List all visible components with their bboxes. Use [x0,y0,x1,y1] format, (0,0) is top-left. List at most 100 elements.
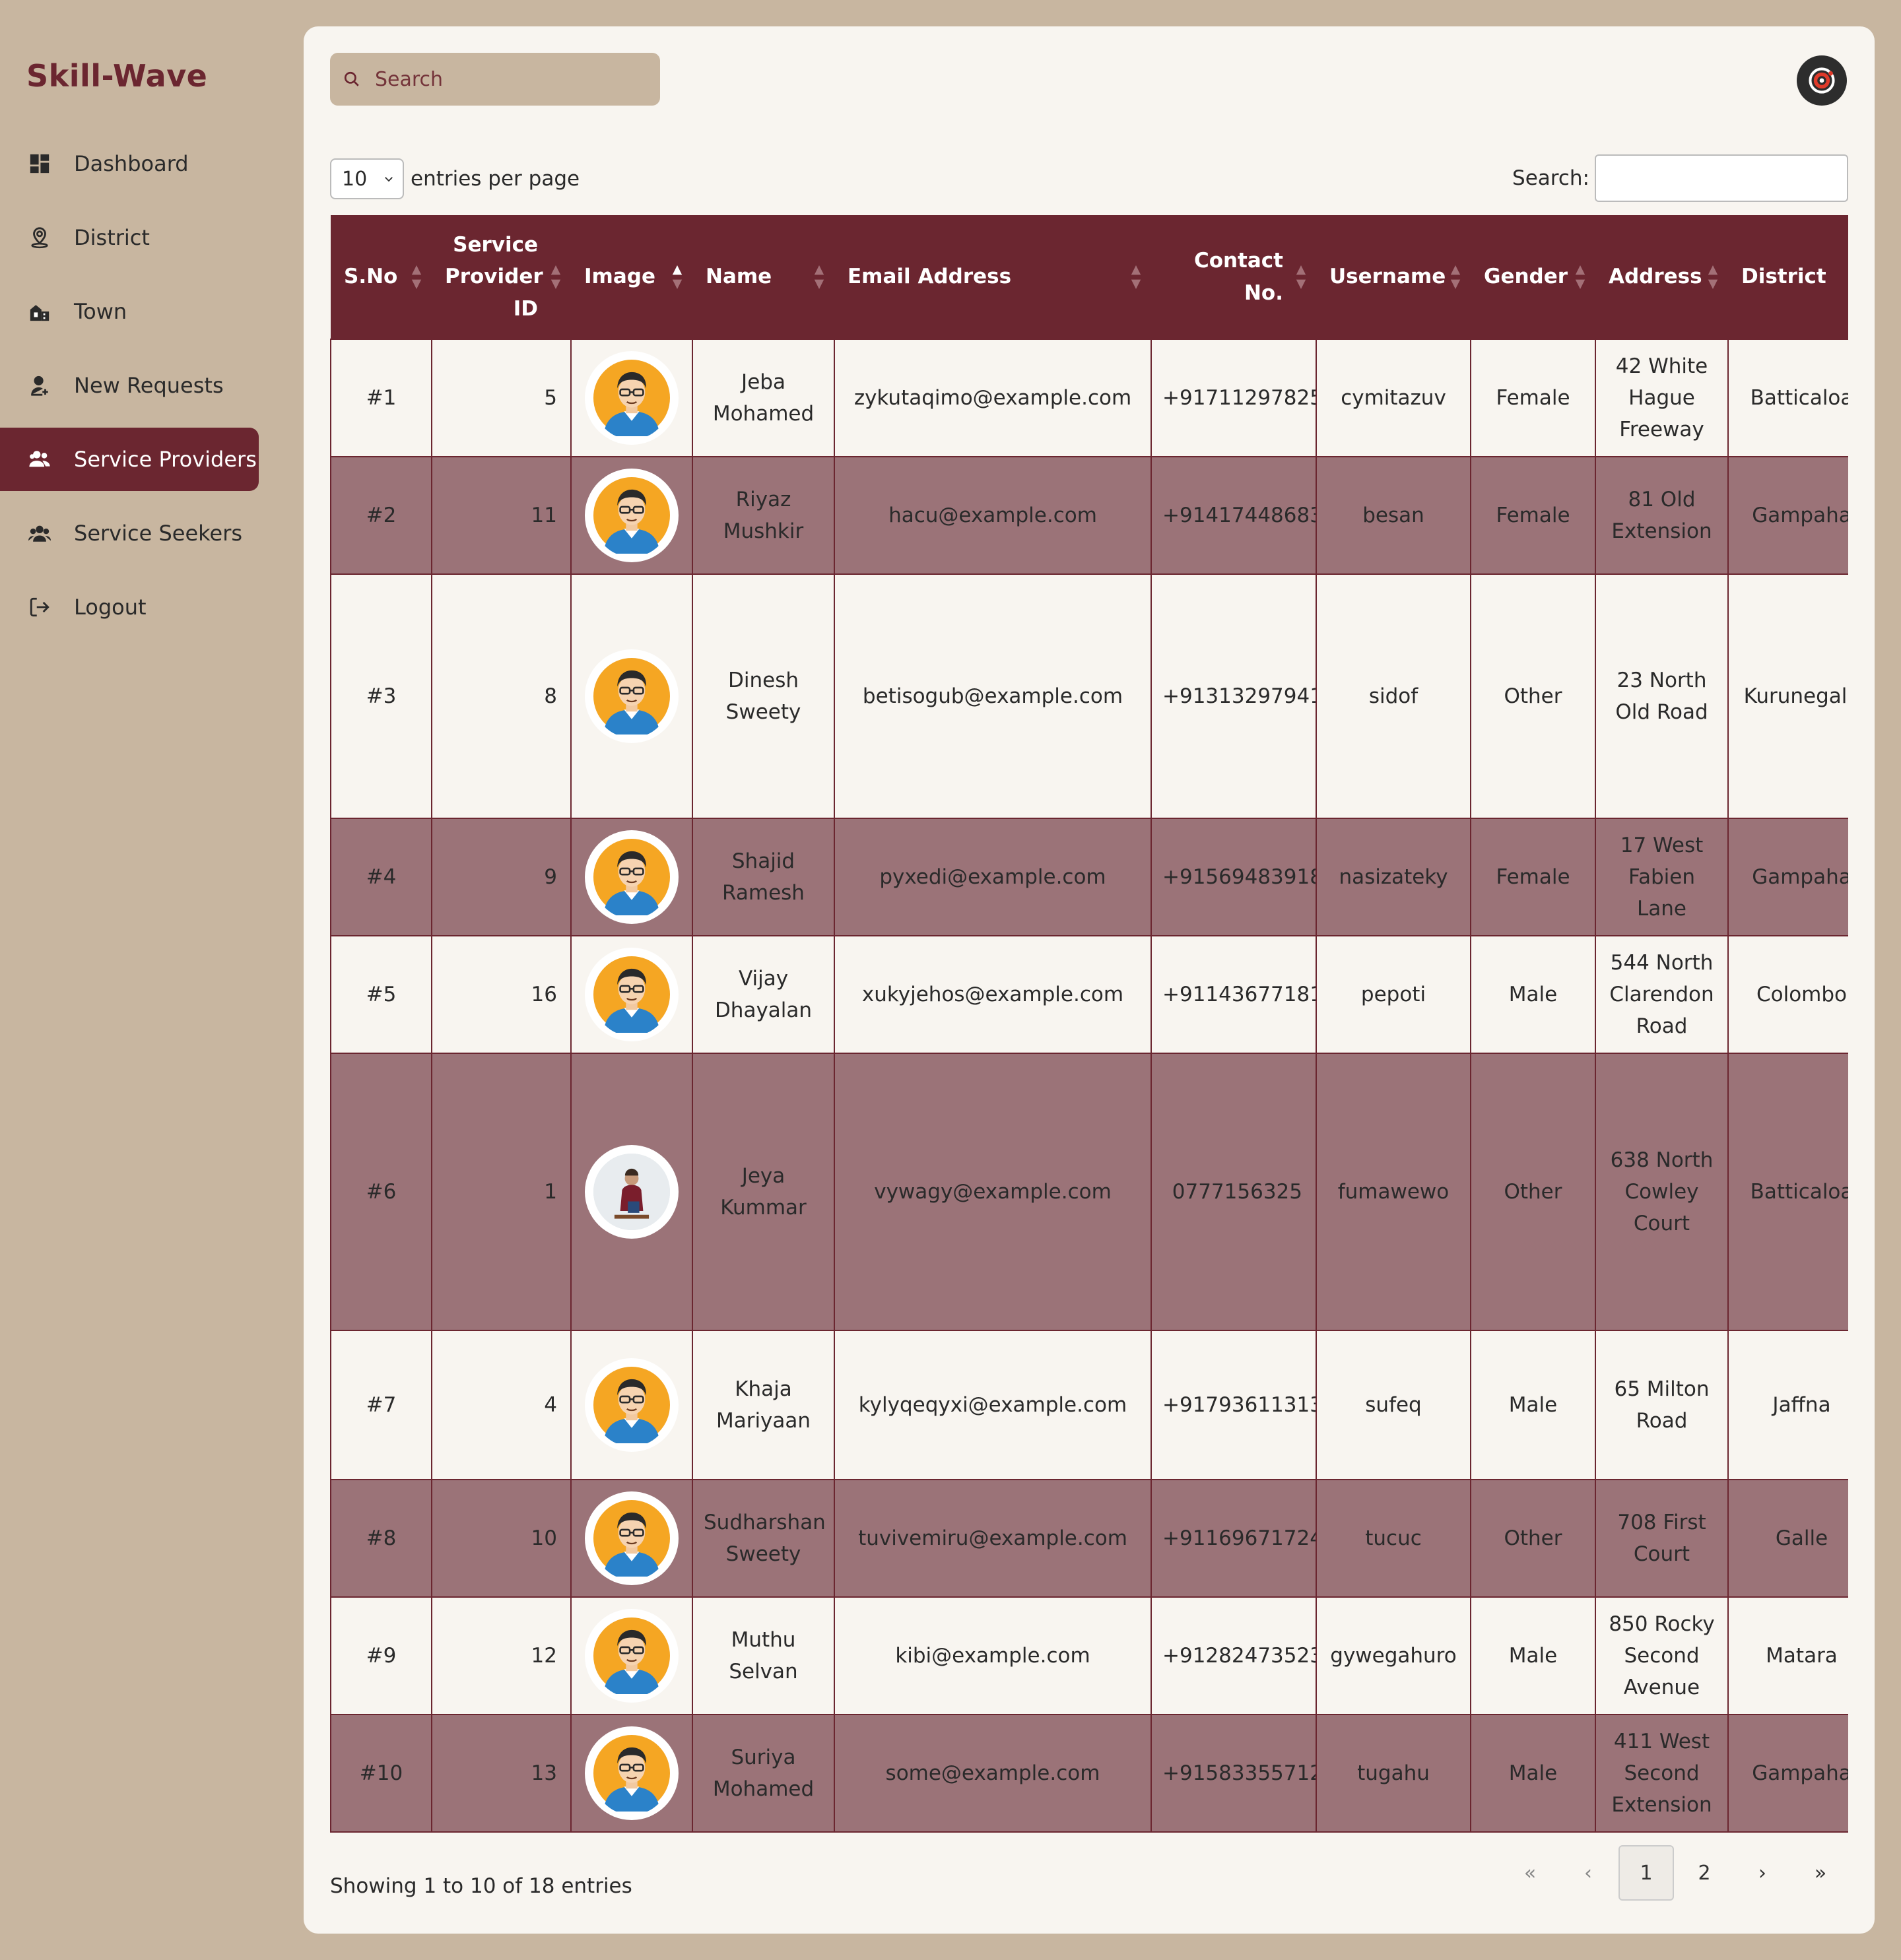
cell-address: 708 First Court [1595,1479,1729,1598]
column-header-provider-id[interactable]: Service Provider ID [432,215,571,339]
search-icon [344,71,359,86]
table-row[interactable]: #5 16 Vijay Dhayalan xukyjehos@example.com +… [330,935,1848,1054]
town-icon [28,300,51,323]
table-row[interactable]: #2 11 Riyaz Mushkir hacu@example.com +914174… [330,456,1848,575]
sidebar-item-new-requests[interactable]: New Requests [0,354,259,417]
page-next-button[interactable]: › [1735,1845,1790,1901]
location-pin-icon [28,226,51,249]
page-1-button[interactable]: 1 [1618,1845,1674,1901]
cell-address: 42 White Hague Freeway [1595,339,1729,457]
page-last-button[interactable]: » [1793,1845,1848,1901]
table-row[interactable]: #1 5 Jeba Mohamed zykutaqimo@example.com +91… [330,339,1848,457]
sidebar-item-service-providers[interactable]: Service Providers [0,428,259,491]
provider-avatar-icon[interactable] [585,1491,679,1585]
table-row[interactable]: #8 10 Sudharshan Sweety tuvivemiru@example.… [330,1479,1848,1598]
page-prev-button[interactable]: ‹ [1560,1845,1616,1901]
cell-district: Kurunegala [1727,573,1848,819]
cell-address: 544 North Clarendon Road [1595,935,1729,1054]
cell-sno: #8 [330,1479,432,1598]
cell-contact: +91793611313 [1151,1330,1317,1480]
provider-avatar-icon[interactable] [585,830,679,924]
provider-avatar-icon[interactable] [585,1609,679,1703]
cell-address: 65 Milton Road [1595,1330,1729,1480]
cell-image [570,818,693,936]
sidebar-item-label: District [74,225,150,250]
sidebar-item-service-seekers[interactable]: Service Seekers [0,502,259,565]
provider-avatar-icon[interactable] [585,948,679,1041]
cell-gender: Female [1470,818,1596,936]
sidebar-item-label: Dashboard [74,151,189,176]
column-label: Email Address [848,265,1012,289]
providers-table: S.No Service Provider ID Image Name Emai… [330,215,1848,1833]
column-header-district[interactable]: District [1728,215,1848,339]
table-row[interactable]: #10 13 Suriya Mohamed some@example.com +9158… [330,1714,1848,1833]
provider-avatar-icon[interactable] [585,1726,679,1820]
top-search-box[interactable] [330,53,660,106]
column-header-username[interactable]: Username [1316,215,1471,339]
provider-avatar-icon[interactable] [585,649,679,743]
column-header-contact[interactable]: Contact No. [1151,215,1316,339]
sidebar-item-town[interactable]: Town [0,280,259,343]
entries-select-value: 10 [342,167,368,191]
cell-sno: #3 [330,573,432,819]
cell-name: Khaja Mariyaan [692,1330,835,1480]
table-row[interactable]: #3 8 Dinesh Sweety betisogub@example.com +91… [330,573,1848,819]
cell-name: Jeba Mohamed [692,339,835,457]
provider-avatar-icon[interactable] [585,1358,679,1452]
search-input[interactable] [375,67,652,91]
cell-contact: +91169671724 [1151,1479,1317,1598]
cell-name: Suriya Mohamed [692,1714,835,1833]
cell-address: 81 Old Extension [1595,456,1729,575]
cell-email: pyxedi@example.com [834,818,1152,936]
cell-gender: Other [1470,1479,1596,1598]
table-row[interactable]: #9 12 Muthu Selvan kibi@example.com +9128247… [330,1596,1848,1715]
cell-name: Vijay Dhayalan [692,935,835,1054]
table-row[interactable]: #6 1 Jeya Kummar vywagy@example.com 07771563… [330,1053,1848,1331]
cell-address: 638 North Cowley Court [1595,1053,1729,1331]
sidebar-item-district[interactable]: District [0,206,259,269]
cell-district: Galle [1727,1479,1848,1598]
page-2-button[interactable]: 2 [1677,1845,1732,1901]
column-label: Name [706,265,772,289]
column-header-image[interactable]: Image [571,215,692,339]
user-add-icon [28,374,51,397]
column-header-gender[interactable]: Gender [1471,215,1595,339]
cell-sno: #5 [330,935,432,1054]
cell-image [570,456,693,575]
table-search-input[interactable] [1595,154,1848,202]
cell-provider-id: 5 [431,339,572,457]
column-label: Service Provider ID [445,233,543,321]
cell-district: Gampaha [1727,456,1848,575]
sidebar-item-dashboard[interactable]: Dashboard [0,132,259,195]
entries-per-page: 10 entries per page [330,158,580,199]
cell-gender: Female [1470,456,1596,575]
cell-provider-id: 9 [431,818,572,936]
cell-sno: #7 [330,1330,432,1480]
table-row[interactable]: #4 9 Shajid Ramesh pyxedi@example.com +91569… [330,818,1848,936]
page-first-button[interactable]: « [1502,1845,1558,1901]
column-header-name[interactable]: Name [692,215,834,339]
sidebar-item-logout[interactable]: Logout [0,575,259,639]
column-header-sno[interactable]: S.No [331,215,432,339]
provider-avatar-icon[interactable] [585,351,679,445]
cell-district: Batticaloa [1727,1053,1848,1331]
cell-image [570,1330,693,1480]
column-header-email[interactable]: Email Address [834,215,1151,339]
cell-provider-id: 11 [431,456,572,575]
user-avatar-icon[interactable] [1797,55,1847,106]
cell-sno: #6 [330,1053,432,1331]
brand-logo[interactable]: Skill-Wave [26,58,207,94]
cell-district: Jaffna [1727,1330,1848,1480]
main-card: 10 entries per page Search: S.No Service… [304,26,1875,1934]
entries-select[interactable]: 10 [330,158,404,199]
cell-username: cymitazuv [1316,339,1471,457]
cell-name: Shajid Ramesh [692,818,835,936]
provider-photo[interactable] [585,1145,679,1239]
cell-email: betisogub@example.com [834,573,1152,819]
cell-sno: #4 [330,818,432,936]
table-row[interactable]: #7 4 Khaja Mariyaan kylyqeqyxi@example.com +… [330,1330,1848,1480]
cell-username: tucuc [1316,1479,1471,1598]
cell-provider-id: 13 [431,1714,572,1833]
column-header-address[interactable]: Address [1595,215,1728,339]
provider-avatar-icon[interactable] [585,469,679,562]
